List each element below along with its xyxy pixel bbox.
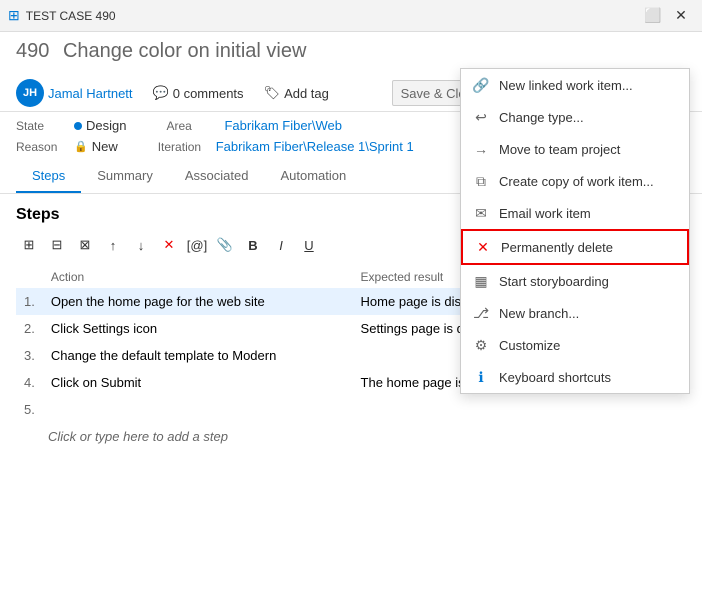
tab-steps[interactable]: Steps [16, 160, 81, 193]
delete-step-button[interactable]: ✕ [156, 232, 182, 258]
delete-icon: ✕ [475, 239, 491, 255]
step-result[interactable] [353, 396, 686, 423]
move-team-icon: → [473, 141, 489, 157]
iteration-field: Iteration Fabrikam Fiber\Release 1\Sprin… [158, 139, 414, 154]
title-bar: ⊞ TEST CASE 490 ⬜ ✕ [0, 0, 702, 32]
user-name[interactable]: Jamal Hartnett [48, 86, 133, 101]
comments-button[interactable]: 💬 0 comments [145, 81, 252, 105]
state-label: State [16, 119, 66, 133]
copy-work-icon: ⧉ [473, 173, 489, 189]
step-action[interactable] [43, 396, 353, 423]
menu-item-new-branch[interactable]: ⎇ New branch... [461, 297, 689, 329]
menu-item-copy-work[interactable]: ⧉ Create copy of work item... [461, 165, 689, 197]
title-bar-text: TEST CASE 490 [26, 9, 116, 23]
comment-icon: 💬 [153, 85, 169, 101]
col-num [16, 266, 43, 288]
menu-label-copy-work: Create copy of work item... [499, 174, 654, 189]
menu-label-storyboard: Start storyboarding [499, 274, 609, 289]
new-linked-icon: 🔗 [473, 77, 489, 93]
table-row[interactable]: 5. [16, 396, 686, 423]
menu-label-change-type: Change type... [499, 110, 584, 125]
area-label: Area [166, 119, 216, 133]
menu-item-customize[interactable]: ⚙ Customize [461, 329, 689, 361]
move-down-button[interactable]: ↓ [128, 232, 154, 258]
attach-button[interactable]: 📎 [212, 232, 238, 258]
avatar: JH [16, 79, 44, 107]
area-field: Area Fabrikam Fiber\Web [166, 118, 342, 133]
underline-button[interactable]: U [296, 232, 322, 258]
menu-item-new-linked[interactable]: 🔗 New linked work item... [461, 69, 689, 101]
app-icon: ⊞ [8, 7, 20, 24]
menu-item-delete[interactable]: ✕ Permanently delete [461, 229, 689, 265]
menu-label-new-linked: New linked work item... [499, 78, 633, 93]
menu-label-customize: Customize [499, 338, 560, 353]
step-number: 1. [16, 288, 43, 315]
reason-label: Reason [16, 140, 66, 154]
work-item-title-text: Change color on initial view [63, 40, 306, 62]
comments-count: 0 comments [173, 86, 244, 101]
new-branch-icon: ⎇ [473, 305, 489, 321]
menu-label-delete: Permanently delete [501, 240, 613, 255]
insert-shared-button[interactable]: ⊟ [44, 232, 70, 258]
title-bar-left: ⊞ TEST CASE 490 [8, 7, 116, 24]
title-bar-controls: ⬜ ✕ [640, 3, 694, 29]
tab-summary[interactable]: Summary [81, 160, 169, 193]
area-value: Fabrikam Fiber\Web [224, 118, 342, 133]
bold-button[interactable]: B [240, 232, 266, 258]
menu-label-move-team: Move to team project [499, 142, 620, 157]
lock-icon: 🔒 [74, 140, 88, 153]
context-menu: 🔗 New linked work item... ↩ Change type.… [460, 68, 690, 394]
keyboard-icon: ℹ [473, 369, 489, 385]
add-tag-button[interactable]: 🏷 Add tag [256, 81, 337, 105]
move-up-button[interactable]: ↑ [100, 232, 126, 258]
add-step-hint[interactable]: Click or type here to add a step [16, 423, 686, 450]
step-action[interactable]: Open the home page for the web site [43, 288, 353, 315]
reason-field: Reason 🔒 New [16, 139, 118, 154]
menu-label-email: Email work item [499, 206, 591, 221]
menu-item-move-team[interactable]: → Move to team project [461, 133, 689, 165]
step-action[interactable]: Click Settings icon [43, 315, 353, 342]
step-action[interactable]: Click on Submit [43, 369, 353, 396]
step-number: 4. [16, 369, 43, 396]
change-type-icon: ↩ [473, 109, 489, 125]
work-item-title: 490 Change color on initial view [16, 40, 686, 63]
email-icon: ✉ [473, 205, 489, 221]
storyboard-icon: ▦ [473, 273, 489, 289]
iteration-value: Fabrikam Fiber\Release 1\Sprint 1 [216, 139, 414, 154]
state-field: State Design [16, 118, 126, 133]
close-button[interactable]: ✕ [668, 3, 694, 29]
tag-icon: 🏷 [264, 85, 281, 101]
state-value: Design [74, 118, 126, 133]
param-button[interactable]: [@] [184, 232, 210, 258]
tab-associated[interactable]: Associated [169, 160, 265, 193]
menu-label-new-branch: New branch... [499, 306, 579, 321]
insert-step-button[interactable]: ⊞ [16, 232, 42, 258]
work-item-id: 490 [16, 40, 49, 62]
menu-item-storyboard[interactable]: ▦ Start storyboarding [461, 265, 689, 297]
step-number: 2. [16, 315, 43, 342]
step-number: 3. [16, 342, 43, 369]
customize-icon: ⚙ [473, 337, 489, 353]
menu-item-change-type[interactable]: ↩ Change type... [461, 101, 689, 133]
col-action: Action [43, 266, 353, 288]
menu-item-keyboard[interactable]: ℹ Keyboard shortcuts [461, 361, 689, 393]
tab-automation[interactable]: Automation [264, 160, 362, 193]
status-dot [74, 122, 82, 130]
create-shared-button[interactable]: ⊠ [72, 232, 98, 258]
step-number: 5. [16, 396, 43, 423]
iteration-label: Iteration [158, 140, 208, 154]
maximize-button[interactable]: ⬜ [640, 3, 666, 29]
italic-button[interactable]: I [268, 232, 294, 258]
menu-item-email[interactable]: ✉ Email work item [461, 197, 689, 229]
menu-label-keyboard: Keyboard shortcuts [499, 370, 611, 385]
step-action[interactable]: Change the default template to Modern [43, 342, 353, 369]
reason-value: 🔒 New [74, 139, 118, 154]
